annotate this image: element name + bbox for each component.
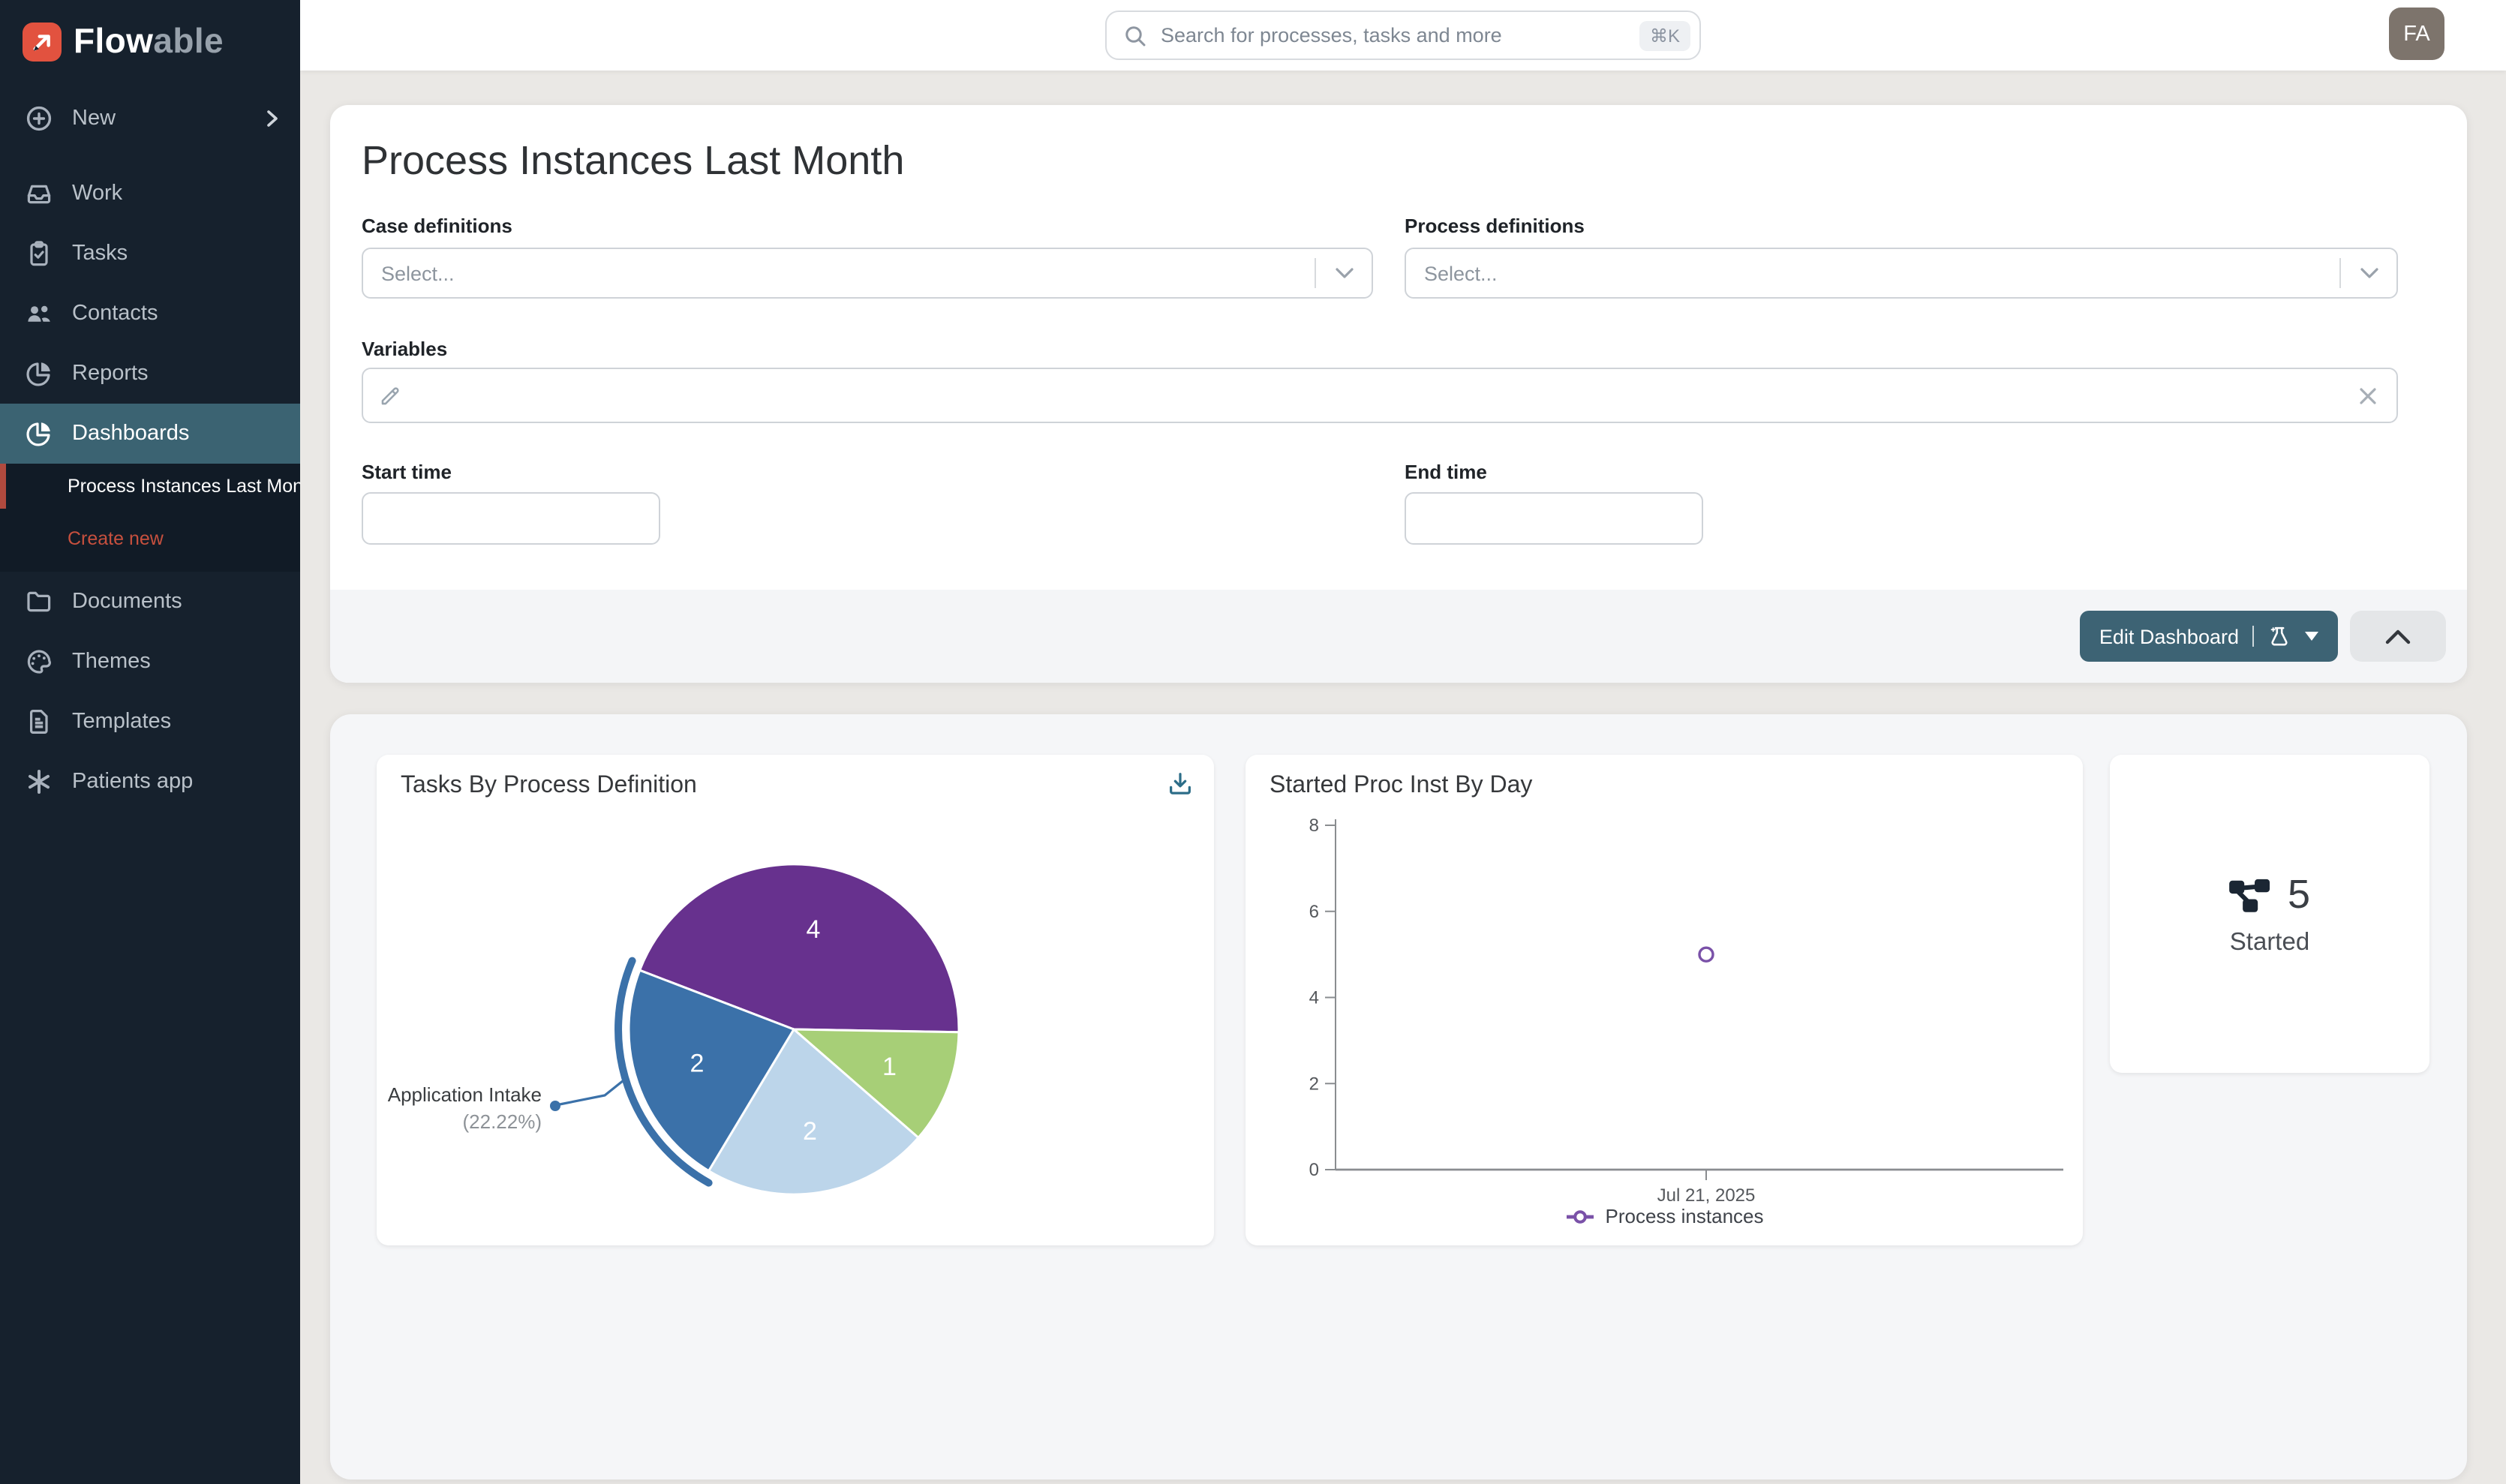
svg-text:8: 8: [1309, 816, 1319, 836]
flask-icon: [2267, 624, 2291, 648]
sidebar-item-label: Documents: [72, 590, 182, 614]
sidebar-item-dashboards[interactable]: Dashboards: [0, 404, 300, 464]
pie-chart-icon: [24, 359, 54, 389]
widget-started-count: 5 Started: [2110, 755, 2429, 1073]
dashboard-pie-icon: [24, 419, 54, 449]
sidebar-item-label: Reports: [72, 362, 149, 386]
caret-down-icon: [2305, 632, 2318, 641]
avatar[interactable]: FA: [2389, 8, 2444, 60]
svg-text:2: 2: [1309, 1074, 1319, 1094]
folder-icon: [24, 587, 54, 617]
sidebar-item-contacts[interactable]: Contacts: [0, 284, 300, 344]
sidebar-item-label: Contacts: [72, 302, 158, 326]
sidebar-item-tasks[interactable]: Tasks: [0, 224, 300, 284]
sidebar-item-work[interactable]: Work: [0, 164, 300, 224]
edit-dashboard-label: Edit Dashboard: [2099, 625, 2239, 647]
pencil-icon: [378, 383, 404, 416]
chevron-down-icon[interactable]: [2341, 267, 2396, 279]
flowable-wordmark: Flowable: [74, 21, 224, 62]
widget-tasks-by-process-definition: Tasks By Process Definition 4122 Applica…: [377, 755, 1214, 1245]
global-search[interactable]: ⌘K: [1105, 11, 1701, 60]
collapse-filters-button[interactable]: [2350, 611, 2446, 662]
keyboard-shortcut-badge: ⌘K: [1639, 20, 1690, 50]
process-definitions-label: Process definitions: [1405, 215, 1585, 237]
pie-annotation-label: Application Intake: [377, 1083, 542, 1106]
sidebar-item-label: Templates: [72, 710, 171, 734]
topbar: ⌘K FA: [300, 0, 2506, 71]
svg-text:0: 0: [1309, 1160, 1319, 1180]
sidebar-item-label: Themes: [72, 650, 151, 674]
svg-text:4: 4: [807, 915, 821, 944]
variables-label: Variables: [362, 338, 447, 360]
svg-text:6: 6: [1309, 902, 1319, 922]
sidebar-item-label: Patients app: [72, 770, 193, 794]
sidebar-nav: New Work Tasks: [0, 89, 300, 812]
pie-annotation-percent: (22.22%): [377, 1110, 542, 1133]
line-chart: 0 2 4 6 8 Jul 21, 2025: [1245, 755, 2083, 1205]
svg-text:2: 2: [803, 1117, 817, 1146]
sidebar: Flowable New Work: [0, 0, 300, 1484]
sidebar-subitem-create-new[interactable]: Create new: [0, 518, 300, 560]
chevron-down-icon[interactable]: [1316, 267, 1372, 279]
flowable-logo[interactable]: Flowable: [0, 0, 300, 62]
palette-icon: [24, 647, 54, 677]
stat-label: Started: [2230, 928, 2309, 957]
dashboard-widgets-card: Tasks By Process Definition 4122 Applica…: [330, 714, 2467, 1479]
svg-text:Jul 21, 2025: Jul 21, 2025: [1657, 1185, 1756, 1205]
plus-circle-icon: [24, 104, 54, 134]
sidebar-item-patients-app[interactable]: Patients app: [0, 752, 300, 812]
legend-label: Process instances: [1606, 1205, 1764, 1227]
app-window: Flowable New Work: [0, 0, 2506, 1484]
inbox-icon: [24, 179, 54, 209]
start-time-input[interactable]: [362, 492, 660, 545]
process-definitions-select[interactable]: Select...: [1405, 248, 2398, 299]
process-nodes-icon: [2229, 875, 2271, 914]
sidebar-item-label: New: [72, 107, 116, 131]
search-input[interactable]: [1161, 24, 1626, 47]
users-icon: [24, 299, 54, 329]
page-title: Process Instances Last Month: [362, 138, 904, 185]
dashboards-submenu: Process Instances Last Month Create new: [0, 464, 300, 572]
chevron-right-icon: [261, 108, 282, 129]
start-time-label: Start time: [362, 461, 452, 483]
end-time-input[interactable]: [1405, 492, 1703, 545]
widget-started-proc-inst-by-day: Started Proc Inst By Day 02468Jul 21, 20…: [1245, 755, 2083, 1245]
sidebar-item-new[interactable]: New: [0, 89, 300, 149]
sidebar-item-templates[interactable]: Templates: [0, 692, 300, 752]
stat-value: 5: [2288, 871, 2310, 918]
case-definitions-label: Case definitions: [362, 215, 512, 237]
sidebar-item-themes[interactable]: Themes: [0, 632, 300, 692]
end-time-label: End time: [1405, 461, 1487, 483]
svg-text:1: 1: [882, 1053, 897, 1081]
variables-input[interactable]: [362, 368, 2398, 423]
filter-card-footer: Edit Dashboard: [330, 590, 2467, 683]
svg-text:2: 2: [690, 1049, 705, 1077]
legend-marker-icon: [1565, 1207, 1595, 1225]
pie-chart[interactable]: 4 1 2 2: [377, 755, 1214, 1245]
edit-dashboard-button[interactable]: Edit Dashboard: [2080, 611, 2338, 662]
clear-icon[interactable]: [2357, 386, 2378, 414]
sidebar-item-documents[interactable]: Documents: [0, 572, 300, 632]
select-placeholder: Select...: [363, 262, 1315, 284]
pie-annotation: Application Intake (22.22%): [377, 1083, 542, 1133]
case-definitions-select[interactable]: Select...: [362, 248, 1373, 299]
select-placeholder: Select...: [1406, 262, 2339, 284]
button-divider: [2252, 626, 2254, 647]
sidebar-item-label: Tasks: [72, 242, 128, 266]
document-template-icon: [24, 707, 54, 737]
sidebar-item-label: Dashboards: [72, 422, 189, 446]
asterisk-icon: [24, 767, 54, 797]
chart-legend[interactable]: Process instances: [1245, 1205, 2083, 1227]
sidebar-item-reports[interactable]: Reports: [0, 344, 300, 404]
dashboard-filter-card: Process Instances Last Month Case defini…: [330, 105, 2467, 683]
flowable-logo-icon: [23, 22, 62, 61]
svg-text:4: 4: [1309, 988, 1319, 1008]
clipboard-check-icon: [24, 239, 54, 269]
search-icon: [1123, 23, 1147, 47]
sidebar-item-label: Work: [72, 182, 122, 206]
sidebar-subitem-process-instances-last-month[interactable]: Process Instances Last Month: [0, 464, 300, 509]
